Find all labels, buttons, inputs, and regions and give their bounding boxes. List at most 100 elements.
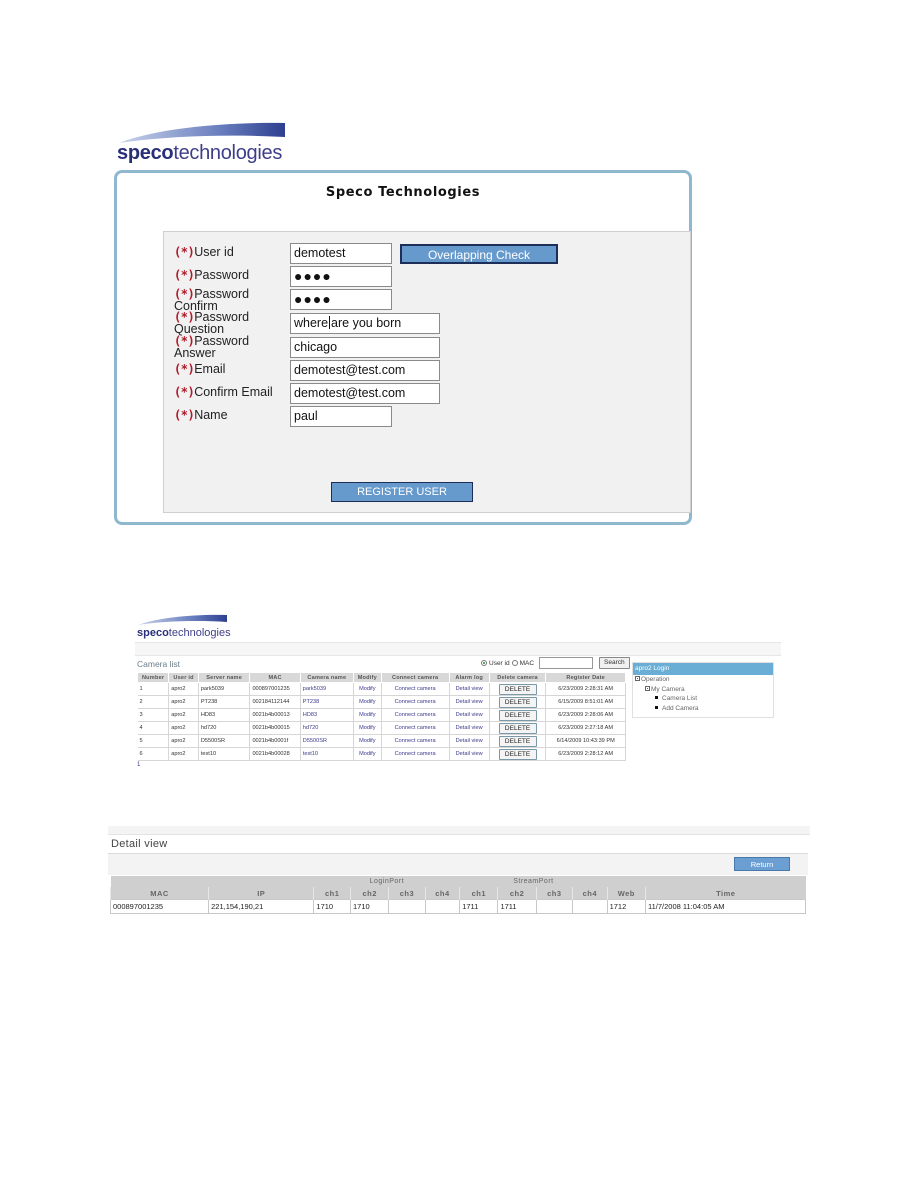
cell-stream-ch4	[572, 899, 608, 914]
col-number: Number	[136, 672, 170, 683]
connect-camera-link[interactable]: Connect camera	[381, 682, 450, 696]
cell-number: 6	[137, 747, 170, 761]
modify-link[interactable]: Modify	[353, 734, 382, 748]
password-confirm-input[interactable]: ●●●●	[290, 289, 392, 310]
alarm-detail-view-link[interactable]: Detail view	[449, 708, 490, 722]
overlapping-check-button[interactable]: Overlapping Check	[400, 244, 558, 264]
group-stream-port: StreamPort	[459, 876, 608, 887]
col-delete-camera: Delete camera	[488, 672, 547, 683]
alarm-detail-view-link[interactable]: Detail view	[449, 682, 490, 696]
label-user-id: User id	[194, 245, 234, 259]
cell-mac: 000897001235	[109, 899, 210, 914]
radio-user-id[interactable]	[481, 660, 487, 666]
table-row: 6 apro2 test10 0021b4b00028 test10 Modify Conn…	[137, 747, 626, 761]
connect-camera-link[interactable]: Connect camera	[381, 734, 450, 748]
speco-logo: specotechnologies	[117, 122, 289, 166]
login-header: apro2 Login	[633, 663, 773, 675]
tree-operation[interactable]: Operation	[633, 675, 773, 685]
modify-link[interactable]: Modify	[353, 747, 382, 761]
password-question-input[interactable]: where are you born	[290, 313, 440, 334]
pager-page-1[interactable]: 1	[137, 762, 140, 768]
camera-name-link[interactable]: D5500SR	[300, 734, 354, 748]
alarm-detail-view-link[interactable]: Detail view	[449, 695, 490, 709]
cell-number: 3	[137, 708, 170, 722]
cell-mac: 0021b4b00028	[249, 747, 301, 761]
alarm-detail-view-link[interactable]: Detail view	[449, 747, 490, 761]
tree-my-camera[interactable]: My Camera	[633, 685, 773, 695]
delete-button[interactable]: DELETE	[498, 683, 537, 695]
camera-name-link[interactable]: park5039	[300, 682, 354, 696]
label-password: Password	[194, 268, 250, 282]
search-input[interactable]	[539, 657, 594, 669]
table-row: 2 apro2 PT238 002184112144 PT238 Modify Connec…	[137, 695, 626, 709]
cell-user-id: apro2	[168, 682, 199, 696]
col-login-ch3: ch3	[388, 887, 426, 900]
collapse-icon[interactable]	[645, 685, 650, 691]
bullet-icon	[655, 696, 658, 699]
cell-login-ch1: 1710	[313, 899, 352, 914]
connect-camera-link[interactable]: Connect camera	[381, 708, 450, 722]
connect-camera-link[interactable]: Connect camera	[381, 695, 450, 709]
search-bar: User id MAC Search	[481, 657, 630, 669]
camera-list-screen: specotechnologies Camera list User id MA…	[135, 612, 783, 772]
side-menu: apro2 Login Operation My Camera Camera L…	[632, 662, 774, 718]
connect-camera-link[interactable]: Connect camera	[381, 747, 450, 761]
alarm-detail-view-link[interactable]: Detail view	[449, 734, 490, 748]
modify-link[interactable]: Modify	[353, 695, 382, 709]
register-user-button[interactable]: REGISTER USER	[331, 482, 473, 502]
col-web: Web	[606, 887, 646, 900]
password-answer-input[interactable]: chicago	[290, 337, 440, 358]
confirm-email-input[interactable]: demotest@test.com	[290, 383, 440, 404]
table-header-row: Number User id Server name MAC Camera na…	[136, 672, 626, 683]
cell-number: 2	[137, 695, 170, 709]
cell-register-date: 6/15/2009 8:51:01 AM	[545, 695, 626, 709]
search-button[interactable]: Search	[599, 657, 630, 669]
menu-item-camera-list[interactable]: Camera List	[633, 694, 773, 704]
collapse-icon[interactable]	[635, 676, 640, 681]
cell-number: 4	[137, 721, 170, 735]
cell-register-date: 6/23/2009 2:28:31 AM	[545, 682, 626, 696]
detail-view-screen: Detail view Return LoginPort StreamPort …	[108, 826, 810, 926]
alarm-detail-view-link[interactable]: Detail view	[449, 721, 490, 735]
table-row: 1 apro2 park5039 000897001235 park5039 Modify…	[137, 682, 626, 696]
camera-name-link[interactable]: PT238	[300, 695, 354, 709]
name-input[interactable]: paul	[290, 406, 392, 427]
modify-link[interactable]: Modify	[353, 708, 382, 722]
col-stream-ch3: ch3	[535, 887, 573, 900]
camera-name-link[interactable]: HD83	[300, 708, 354, 722]
camera-name-link[interactable]: test10	[300, 747, 354, 761]
modify-link[interactable]: Modify	[353, 682, 382, 696]
table-row: 000897001235 221,154,190,21 1710 1710 1711 17…	[109, 899, 806, 914]
cell-time: 11/7/2008 11:04:05 AM	[645, 899, 806, 914]
required-marker: (*)	[174, 408, 195, 422]
delete-button[interactable]: DELETE	[498, 748, 537, 760]
delete-button[interactable]: DELETE	[498, 696, 537, 708]
cell-user-id: apro2	[168, 708, 199, 722]
cell-number: 1	[137, 682, 170, 696]
cell-register-date: 6/23/2009 2:28:06 AM	[545, 708, 626, 722]
radio-mac-label: MAC	[519, 659, 535, 667]
header-band	[135, 642, 781, 656]
delete-button[interactable]: DELETE	[498, 735, 537, 747]
cell-stream-ch1: 1711	[459, 899, 499, 914]
detail-table: LoginPort StreamPort MAC IP ch1 ch2 ch3 ch4 ch…	[109, 876, 806, 914]
return-button[interactable]: Return	[734, 857, 790, 871]
delete-button[interactable]: DELETE	[498, 722, 537, 734]
cell-web: 1712	[606, 899, 647, 914]
cell-stream-ch2: 1711	[497, 899, 537, 914]
user-id-input[interactable]: demotest	[290, 243, 392, 264]
menu-item-add-camera[interactable]: Add Camera	[633, 704, 773, 714]
radio-mac[interactable]	[511, 660, 518, 666]
password-input[interactable]: ●●●●	[290, 266, 392, 287]
delete-button[interactable]: DELETE	[498, 709, 537, 721]
cell-mac: 0021b4b0001f	[249, 734, 301, 748]
modify-link[interactable]: Modify	[353, 721, 382, 735]
camera-name-link[interactable]: hd720	[300, 721, 354, 735]
email-input[interactable]: demotest@test.com	[290, 360, 440, 381]
label-email: Email	[194, 362, 226, 376]
connect-camera-link[interactable]: Connect camera	[381, 721, 450, 735]
required-marker: (*)	[174, 385, 195, 399]
group-login-port: LoginPort	[313, 876, 460, 887]
table-header-row: MAC IP ch1 ch2 ch3 ch4 ch1 ch2 ch3 ch4 Web Time	[109, 887, 806, 900]
col-connect-camera: Connect camera	[380, 672, 450, 683]
